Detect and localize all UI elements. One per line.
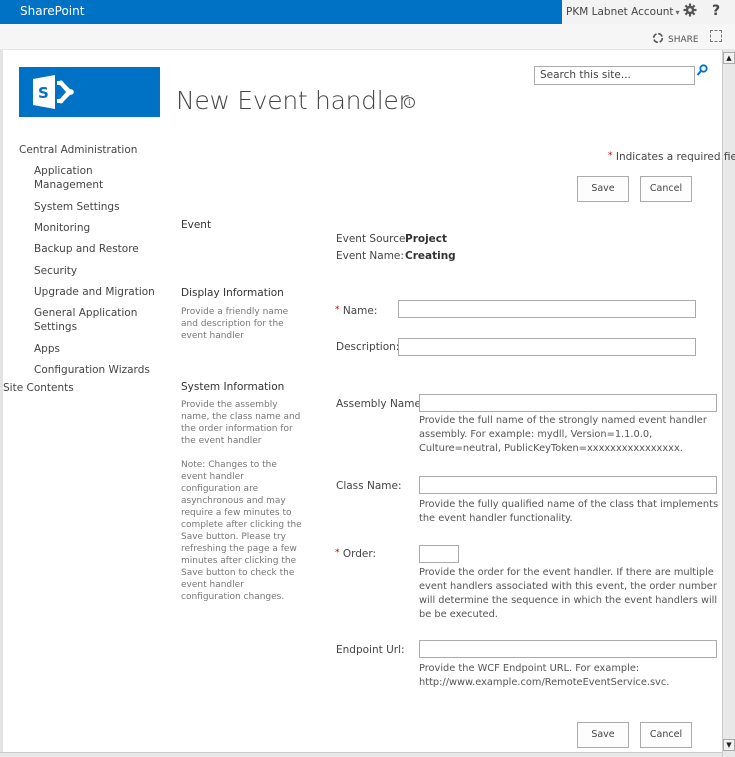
share-button[interactable]: SHARE bbox=[652, 32, 699, 47]
section-title-event: Event bbox=[181, 219, 212, 231]
search-input[interactable]: Search this site... bbox=[534, 66, 695, 85]
nav-item-application-management[interactable]: Application Management bbox=[34, 164, 124, 192]
save-button-top[interactable]: Save bbox=[577, 176, 629, 202]
cancel-button-bottom[interactable]: Cancel bbox=[640, 722, 692, 748]
scroll-up-arrow-icon[interactable]: ▲ bbox=[723, 52, 735, 64]
system-information-note: Note: Changes to the event handler confi… bbox=[181, 460, 302, 602]
horizontal-scrollbar[interactable] bbox=[0, 752, 722, 757]
ribbon: SHARE bbox=[0, 24, 735, 50]
required-star: * bbox=[335, 305, 340, 315]
nav-item-general-application-settings[interactable]: General Application Settings bbox=[34, 306, 144, 334]
brand-label: SharePoint bbox=[20, 4, 85, 18]
share-label: SHARE bbox=[668, 34, 699, 45]
scroll-down-arrow-icon[interactable]: ▼ bbox=[723, 739, 735, 751]
gear-icon[interactable] bbox=[683, 3, 697, 21]
event-source-label: Event Source: bbox=[336, 233, 410, 245]
cancel-button-top[interactable]: Cancel bbox=[640, 176, 692, 202]
assembly-name-help: Provide the full name of the strongly na… bbox=[419, 415, 707, 454]
section-desc-system-information: Provide the assembly name, the class nam… bbox=[181, 400, 301, 446]
endpoint-url-input[interactable] bbox=[419, 640, 717, 658]
window-left-edge bbox=[0, 50, 3, 755]
event-name-value: Creating bbox=[405, 250, 456, 262]
account-menu[interactable]: PKM Labnet Account ▾ bbox=[566, 6, 680, 18]
nav-item-security[interactable]: Security bbox=[34, 264, 77, 278]
nav-item-upgrade-and-migration[interactable]: Upgrade and Migration bbox=[34, 285, 155, 299]
order-label: * Order: bbox=[335, 548, 377, 560]
focus-mode-icon[interactable] bbox=[710, 30, 722, 42]
required-star: * bbox=[608, 151, 613, 161]
event-source-value: Project bbox=[405, 233, 448, 245]
sharepoint-logo[interactable]: S bbox=[19, 67, 160, 117]
nav-site-contents[interactable]: Site Contents bbox=[3, 381, 74, 395]
required-field-note: * Indicates a required fiel bbox=[608, 151, 735, 163]
svg-text:S: S bbox=[38, 84, 49, 102]
required-star: * bbox=[335, 548, 340, 558]
order-help: Provide the order for the event handler.… bbox=[419, 567, 718, 620]
chevron-down-icon: ▾ bbox=[675, 8, 680, 17]
nav-item-apps[interactable]: Apps bbox=[34, 342, 60, 356]
page-title: New Event handler bbox=[176, 86, 409, 115]
search-icon[interactable] bbox=[696, 64, 708, 81]
suite-bar-brand[interactable]: SharePoint bbox=[0, 0, 562, 24]
name-label: * Name: bbox=[335, 305, 378, 317]
nav-central-administration[interactable]: Central Administration bbox=[19, 143, 137, 157]
name-input[interactable] bbox=[398, 300, 696, 318]
class-name-input[interactable] bbox=[419, 476, 717, 494]
endpoint-url-label: Endpoint Url: bbox=[336, 644, 405, 656]
share-icon bbox=[652, 32, 664, 47]
nav-item-monitoring[interactable]: Monitoring bbox=[34, 221, 90, 235]
info-icon[interactable]: i bbox=[404, 97, 415, 108]
class-name-help: Provide the fully qualified name of the … bbox=[419, 499, 719, 524]
assembly-name-input[interactable] bbox=[419, 394, 717, 412]
order-input[interactable] bbox=[419, 545, 459, 563]
section-title-display-information: Display Information bbox=[181, 287, 284, 299]
section-title-system-information: System Information bbox=[181, 381, 285, 393]
description-input[interactable] bbox=[398, 338, 696, 356]
nav-item-system-settings[interactable]: System Settings bbox=[34, 200, 120, 214]
help-icon[interactable]: ? bbox=[712, 3, 720, 19]
nav-item-backup-and-restore[interactable]: Backup and Restore bbox=[34, 242, 139, 256]
nav-item-configuration-wizards[interactable]: Configuration Wizards bbox=[34, 363, 150, 377]
save-button-bottom[interactable]: Save bbox=[577, 722, 629, 748]
account-name: PKM Labnet Account bbox=[566, 6, 674, 18]
description-label: Description: bbox=[336, 341, 400, 353]
event-name-label: Event Name: bbox=[336, 250, 404, 262]
section-desc-display-information: Provide a friendly name and description … bbox=[181, 307, 289, 341]
class-name-label: Class Name: bbox=[336, 480, 402, 492]
suite-bar: SharePoint PKM Labnet Account ▾ ? bbox=[0, 0, 735, 24]
endpoint-url-help: Provide the WCF Endpoint URL. For exampl… bbox=[419, 663, 670, 688]
assembly-name-label: Assembly Name: bbox=[336, 398, 425, 410]
